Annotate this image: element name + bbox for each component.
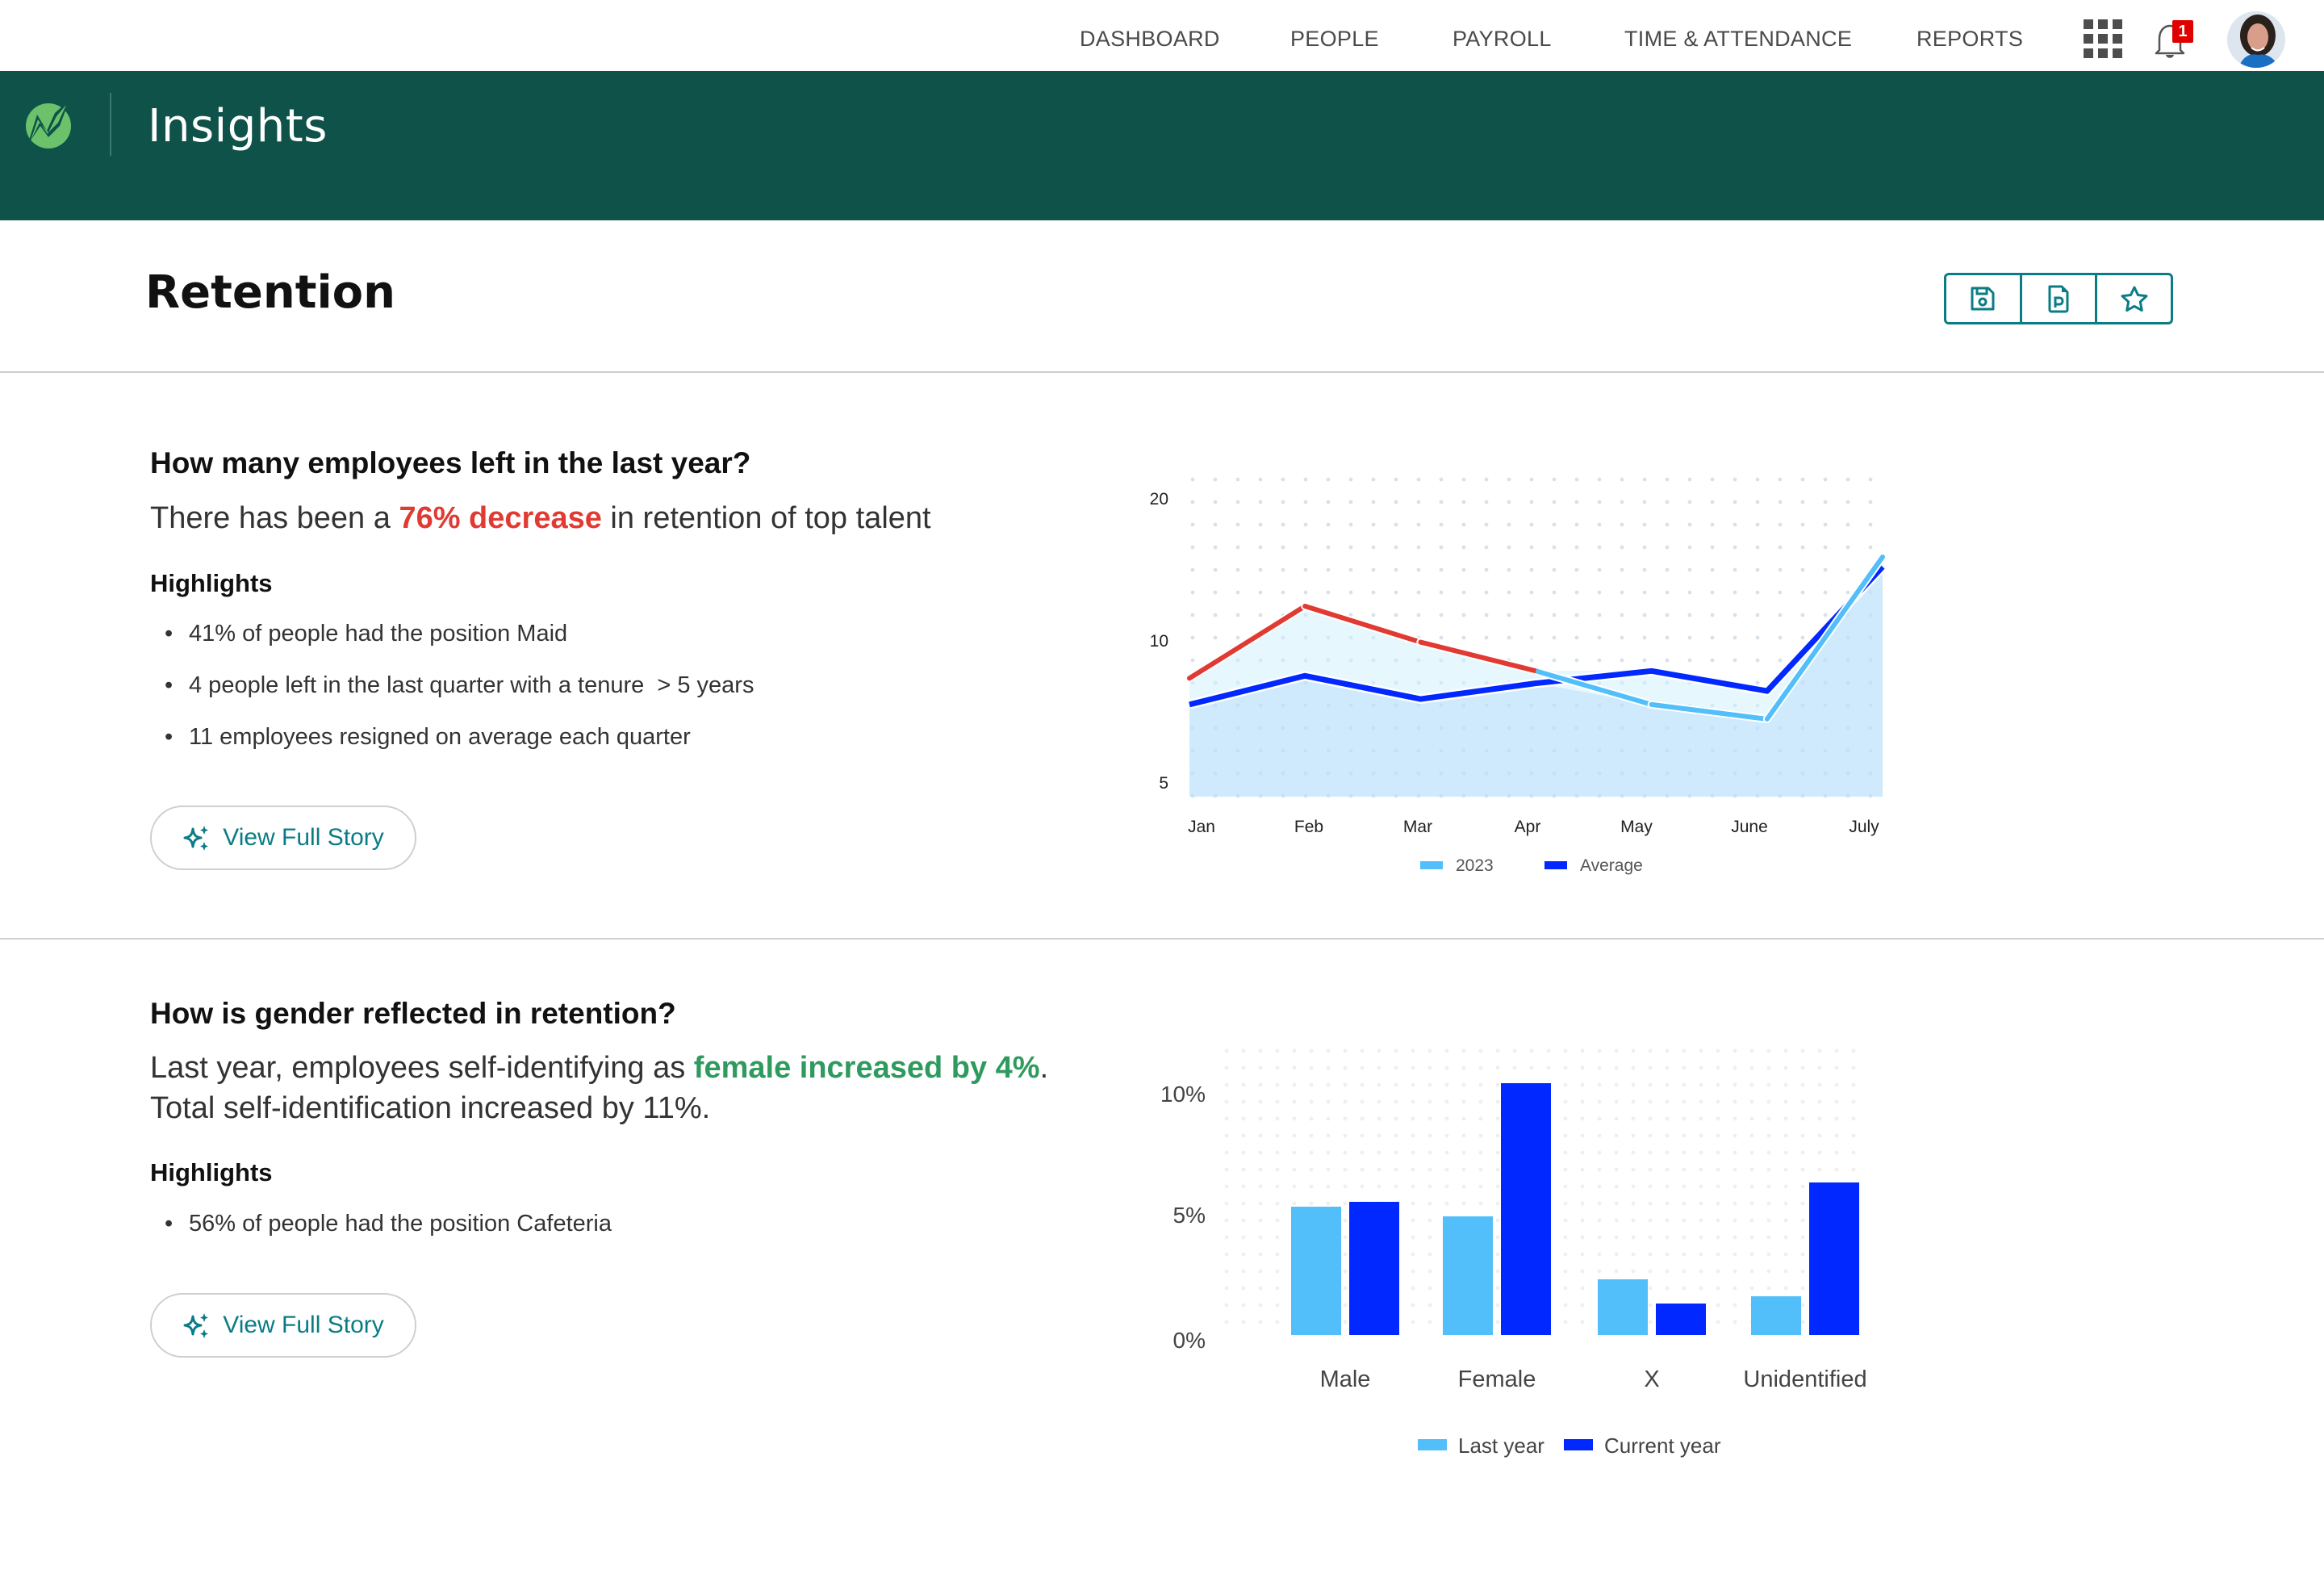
- y-tick-label: 0%: [1173, 1328, 1206, 1353]
- bar-female-last-year: [1443, 1216, 1493, 1335]
- bar-x-current-year: [1656, 1304, 1706, 1335]
- bar-female-current-year: [1501, 1083, 1551, 1335]
- gender-bar-chart: Male Female X Unidentified 0% 5% 10% Last year C…: [1160, 1048, 1867, 1458]
- legend-label: Current year: [1604, 1433, 1721, 1458]
- y-tick-label: 10%: [1160, 1082, 1206, 1107]
- bar-x-last-year: [1598, 1279, 1648, 1335]
- legend-label: Last year: [1458, 1433, 1544, 1458]
- bar-unidentified-last-year: [1751, 1296, 1801, 1335]
- bar-male-current-year: [1349, 1202, 1399, 1335]
- legend-swatch: [1564, 1439, 1593, 1450]
- x-tick-label: X: [1644, 1366, 1659, 1392]
- bar-unidentified-current-year: [1809, 1182, 1859, 1335]
- x-tick-label: Unidentified: [1743, 1366, 1866, 1392]
- legend-swatch: [1418, 1439, 1447, 1450]
- y-tick-label: 5%: [1173, 1203, 1206, 1228]
- x-tick-label: Female: [1458, 1366, 1536, 1392]
- x-tick-label: Male: [1320, 1366, 1371, 1392]
- bar-male-last-year: [1291, 1207, 1341, 1335]
